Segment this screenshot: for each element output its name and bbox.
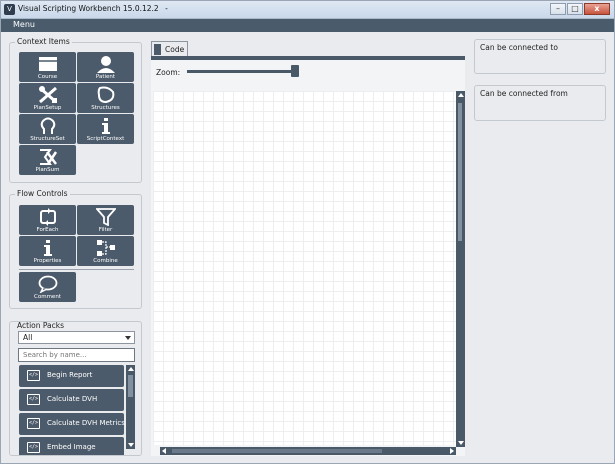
scrollbar-thumb[interactable] xyxy=(128,375,133,397)
blob-icon xyxy=(77,85,134,104)
scroll-up-icon[interactable] xyxy=(456,91,465,99)
tile-filter[interactable]: Filter xyxy=(77,205,134,235)
tile-combine[interactable]: Combine xyxy=(77,236,134,266)
window-title-text: Visual Scripting Workbench 15.0.12.2 xyxy=(18,4,159,13)
app-window: V Visual Scripting Workbench 15.0.12.2 -… xyxy=(0,0,615,464)
tile-label: StructureSet xyxy=(30,136,65,142)
context-items-title: Context Items xyxy=(15,37,72,46)
combine-icon xyxy=(77,238,134,257)
scroll-down-icon[interactable] xyxy=(456,439,465,447)
code-tag-icon: </> xyxy=(27,418,40,429)
speech-bubble-icon xyxy=(19,274,76,293)
title-bar[interactable]: V Visual Scripting Workbench 15.0.12.2 -… xyxy=(1,1,614,19)
action-pack-label: Calculate DVH xyxy=(47,395,98,403)
tile-label: Patient xyxy=(95,74,116,80)
action-packs-group: Action Packs All </> Begin Report </> Ca… xyxy=(9,321,142,456)
menu-button[interactable]: Menu xyxy=(13,20,35,29)
window-title: Visual Scripting Workbench 15.0.12.2 - xyxy=(18,4,168,13)
script-canvas[interactable] xyxy=(153,91,456,445)
tile-label: Combine xyxy=(93,258,118,264)
scroll-up-icon[interactable] xyxy=(126,365,135,373)
tile-label: Comment xyxy=(34,294,61,300)
flow-controls-title: Flow Controls xyxy=(15,189,70,198)
can-be-connected-from-panel: Can be connected from xyxy=(474,85,606,121)
action-pack-item[interactable]: </> Embed Image xyxy=(19,437,124,455)
window-controls: – □ x xyxy=(550,3,610,15)
action-pack-label: Calculate DVH Metrics xyxy=(47,419,125,427)
tile-course[interactable]: Course xyxy=(19,52,76,82)
app-icon: V xyxy=(4,4,15,15)
action-pack-item[interactable]: </> Calculate DVH xyxy=(19,389,124,411)
search-input[interactable] xyxy=(18,348,135,362)
close-button[interactable]: x xyxy=(584,3,610,15)
scroll-left-icon[interactable] xyxy=(162,448,166,454)
tile-properties[interactable]: Properties xyxy=(19,236,76,266)
can-be-connected-from-title: Can be connected from xyxy=(480,89,568,98)
tile-foreach[interactable]: ForEach xyxy=(19,205,76,235)
tile-structures[interactable]: Structures xyxy=(77,83,134,113)
action-pack-label: Embed Image xyxy=(47,443,96,451)
action-pack-item[interactable]: </> Calculate DVH Metrics xyxy=(19,413,125,435)
scrollbar-thumb[interactable] xyxy=(172,449,382,453)
canvas-horizontal-scrollbar[interactable] xyxy=(160,447,456,455)
tab-code[interactable]: Code xyxy=(151,41,188,57)
maximize-button[interactable]: □ xyxy=(567,3,583,15)
sigma-tools-icon xyxy=(19,147,76,166)
tab-marker xyxy=(154,44,161,55)
funnel-icon xyxy=(77,207,134,226)
person-icon xyxy=(77,54,134,73)
scroll-down-icon[interactable] xyxy=(126,441,135,449)
tile-scriptcontext[interactable]: ScriptContext xyxy=(77,114,134,144)
tile-label: Course xyxy=(37,74,58,80)
loop-icon xyxy=(19,207,76,226)
action-pack-filter-select[interactable]: All xyxy=(18,331,135,344)
tile-plansum[interactable]: PlanSum xyxy=(19,145,76,175)
tile-plansetup[interactable]: PlanSetup xyxy=(19,83,76,113)
tile-label: ScriptContext xyxy=(86,136,125,142)
action-packs-title: Action Packs xyxy=(15,321,67,330)
action-pack-label: Begin Report xyxy=(47,371,93,379)
head-outline-icon xyxy=(19,116,76,135)
info-icon xyxy=(77,116,134,135)
crossed-tools-icon xyxy=(19,85,76,104)
tile-structureset[interactable]: StructureSet xyxy=(19,114,76,144)
code-tab-strip xyxy=(151,56,465,60)
select-value: All xyxy=(23,333,33,342)
code-tag-icon: </> xyxy=(27,394,40,405)
tile-label: Filter xyxy=(98,227,113,233)
flow-controls-separator xyxy=(19,269,134,270)
tile-patient[interactable]: Patient xyxy=(77,52,134,82)
tile-label: ForEach xyxy=(36,227,59,233)
tile-label: PlanSetup xyxy=(33,105,62,111)
window-icon xyxy=(19,54,76,73)
minimize-button[interactable]: – xyxy=(550,3,566,15)
info-icon xyxy=(19,238,76,257)
scroll-right-icon[interactable] xyxy=(450,448,454,454)
tab-code-label: Code xyxy=(165,45,185,54)
context-items-group: Context Items Course Patient PlanSetup S… xyxy=(9,37,142,183)
scrollbar-thumb[interactable] xyxy=(458,103,462,241)
tile-label: Structures xyxy=(91,105,120,111)
zoom-slider-track[interactable] xyxy=(187,70,297,73)
tile-label: PlanSum xyxy=(35,167,60,173)
canvas-vertical-scrollbar[interactable] xyxy=(456,91,465,447)
flow-controls-group: Flow Controls ForEach Filter Properties … xyxy=(9,189,142,309)
action-packs-scrollbar[interactable] xyxy=(126,365,135,449)
zoom-label: Zoom: xyxy=(156,68,181,77)
tile-comment[interactable]: Comment xyxy=(19,272,76,302)
action-pack-item[interactable]: </> Begin Report xyxy=(19,365,124,387)
can-be-connected-to-title: Can be connected to xyxy=(480,43,558,52)
tile-label: Properties xyxy=(33,258,62,264)
can-be-connected-to-panel: Can be connected to xyxy=(474,39,606,74)
code-tag-icon: </> xyxy=(27,442,40,453)
chevron-down-icon xyxy=(125,336,131,340)
window-title-suffix: - xyxy=(165,4,168,13)
menu-bar: Menu xyxy=(1,19,614,32)
zoom-slider-thumb[interactable] xyxy=(291,65,299,77)
code-tag-icon: </> xyxy=(27,370,40,381)
